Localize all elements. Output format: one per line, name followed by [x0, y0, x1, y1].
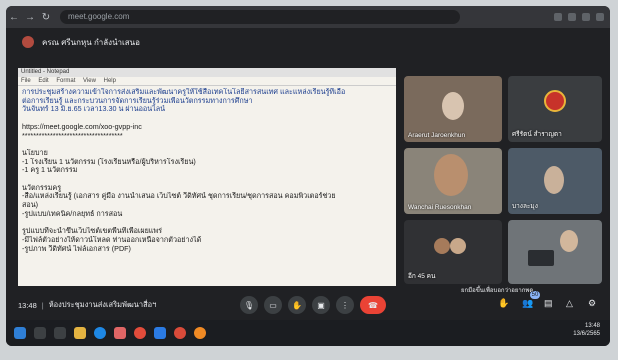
mic-icon[interactable]: 🎙 [240, 296, 258, 314]
presenter-label: ครณ ศรีนกหุน กำลังนำเสนอ [42, 37, 140, 47]
doc-line: -สื่อ/แหล่งเรียนรู้ (เอกสาร คู่มือ งานนำ… [22, 192, 336, 201]
doc-line [22, 114, 392, 123]
school-logo-icon [544, 90, 566, 112]
doc-line: -1 ครู 1 นวัตกรรม [22, 166, 78, 175]
people-icon[interactable]: 👥 [522, 298, 533, 309]
participant-avatar [450, 238, 466, 254]
clock-date: 13/6/2565 [573, 331, 600, 337]
doc-line: -มีไฟล์ตัวอย่างให้ดาวน์โหลด ท่านออกเหนือ… [22, 235, 202, 244]
browser-toolbar [554, 13, 610, 21]
notepad-menu: File Edit Format View Help [18, 77, 396, 86]
bookmark-icon[interactable] [568, 13, 576, 21]
participant-tile[interactable] [508, 220, 602, 284]
doc-line: ************************************ [22, 131, 123, 140]
present-icon[interactable]: ▣ [312, 296, 330, 314]
doc-line: การประชุมสร้างความเข้าใจการส่งเสริมและพั… [22, 88, 346, 96]
shared-document: Untitled - Notepad File Edit Format View… [18, 68, 396, 286]
chrome-icon[interactable] [174, 327, 186, 339]
back-icon[interactable]: ← [6, 12, 22, 23]
notepad-title: Untitled - Notepad [18, 68, 396, 77]
participant-avatar [434, 238, 450, 254]
doc-line [22, 175, 392, 184]
menu-view[interactable]: View [83, 78, 96, 84]
laptop-icon [528, 250, 554, 266]
profile-icon[interactable] [582, 13, 590, 21]
meeting-time: 13:48 [18, 300, 37, 310]
doc-line: -รูปภาพ วีดิทัศน์ ไฟล์เอกสาร (PDF) [22, 244, 131, 253]
doc-line [22, 219, 392, 228]
file-explorer-icon[interactable] [74, 327, 86, 339]
participant-tile[interactable]: Wanchai Ruesonkhan [404, 148, 502, 214]
doc-line: -รูปแบบ/เทคนิค/กลยุทธ์ การสอน [22, 209, 123, 218]
menu-help[interactable]: Help [104, 78, 116, 84]
presenter-avatar [22, 36, 34, 48]
participant-name: Wanchai Ruesonkhan [408, 204, 472, 211]
chat-icon[interactable]: ▤ [544, 298, 553, 309]
doc-line [22, 140, 392, 149]
app-icon[interactable] [154, 327, 166, 339]
clock-time: 13:48 [584, 323, 600, 329]
screen: ← → ↻ meet.google.com ครณ ศรีนกหุน กำลัง… [6, 6, 610, 346]
extension-icon[interactable] [554, 13, 562, 21]
participant-video [434, 154, 468, 196]
hang-up-button[interactable]: ☎ [360, 296, 386, 314]
host-controls-icon[interactable]: ⚙ [588, 298, 596, 309]
participant-name: Araerut Jaroenkhun [408, 132, 466, 139]
doc-line: สอน) [22, 201, 39, 210]
participant-tile[interactable]: บางละมุง [508, 148, 602, 214]
menu-format[interactable]: Format [56, 78, 75, 84]
menu-file[interactable]: File [21, 78, 31, 84]
people-count-badge: 50 [530, 291, 540, 299]
address-bar[interactable]: meet.google.com [60, 10, 460, 24]
meeting-name: ห้องประชุมงานส่งเสริมพัฒนาสื่อฯ [48, 300, 157, 309]
raise-hand-icon[interactable]: ✋ [288, 296, 306, 314]
participant-video [544, 166, 564, 194]
doc-line: ต่อการเรียนรู้ และกระบวนการจัดการเรียนรู… [22, 96, 253, 105]
participant-name: ศรีรัตน์ สำราญตา [512, 131, 562, 138]
doc-line: -1 โรงเรียน 1 นวัตกรรม (โรงเรียนหรือ/ผู้… [22, 157, 196, 166]
others-tile[interactable]: อีก 45 คน [404, 220, 502, 284]
document-text: การประชุมสร้างความเข้าใจการส่งเสริมและพั… [18, 86, 396, 255]
doc-line: นโยบาย [22, 148, 48, 157]
meet-header: ครณ ศรีนกหุน กำลังนำเสนอ [6, 28, 610, 56]
meeting-controls-bar: 13:48 | ห้องประชุมงานส่งเสริมพัฒนาสื่อฯ [6, 292, 610, 318]
taskbar-clock: 13:48 13/6/2565 [573, 322, 600, 338]
doc-line: นวัตกรรมครู [22, 183, 62, 192]
participant-video [560, 230, 578, 252]
activities-icon[interactable]: △ [566, 298, 573, 309]
start-icon[interactable] [14, 327, 26, 339]
edge-icon[interactable] [94, 327, 106, 339]
forward-icon[interactable]: → [22, 12, 38, 23]
app-icon[interactable] [194, 327, 206, 339]
doc-line: วันจันทร์ 13 มิ.ย.65 เวลา13.30 น ผ่านออน… [22, 105, 166, 114]
participant-tile[interactable]: Araerut Jaroenkhun [404, 76, 502, 142]
participant-tile[interactable]: ศรีรัตน์ สำราญตา [508, 76, 602, 142]
search-icon[interactable] [34, 327, 46, 339]
raised-hand-indicator-icon[interactable]: ✋ [498, 298, 509, 309]
windows-taskbar [6, 320, 610, 346]
chrome-icon[interactable] [134, 327, 146, 339]
doc-line: รูปแบบที่จะนำขึ้นเว็บไซต์เขตพื้นที่เพื่อ… [22, 227, 163, 236]
browser-chrome: ← → ↻ meet.google.com [6, 6, 610, 28]
store-icon[interactable] [114, 327, 126, 339]
menu-icon[interactable] [596, 13, 604, 21]
task-view-icon[interactable] [54, 327, 66, 339]
separator: | [41, 300, 44, 310]
camera-icon[interactable]: ▭ [264, 296, 282, 314]
reload-icon[interactable]: ↻ [38, 12, 54, 23]
others-count: อีก 45 คน [408, 273, 436, 280]
menu-edit[interactable]: Edit [38, 78, 48, 84]
more-options-icon[interactable]: ⋮ [336, 296, 354, 314]
participant-name: บางละมุง [512, 203, 538, 210]
doc-line: https://meet.google.com/xoo-gvpp-inc [22, 122, 142, 131]
participant-video [442, 92, 464, 120]
